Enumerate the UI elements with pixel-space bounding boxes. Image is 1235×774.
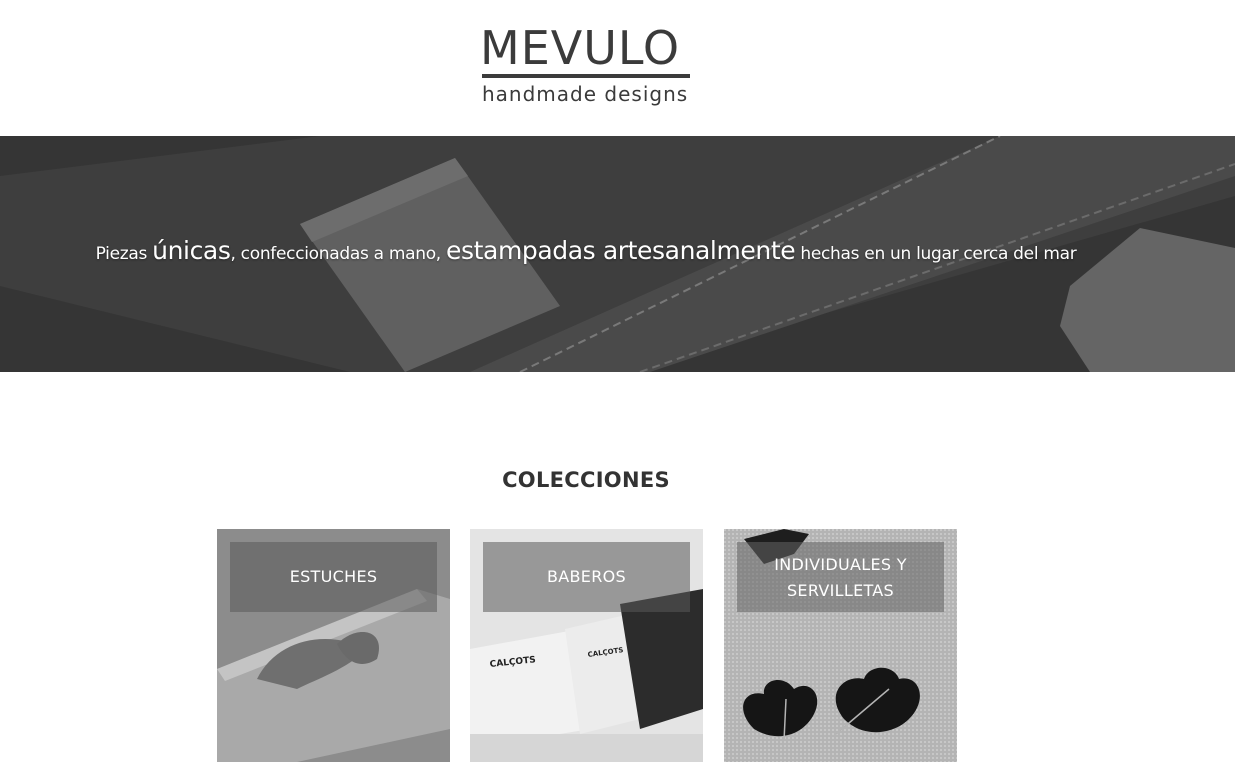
hero-banner: Piezas únicas, confeccionadas a mano, es… — [0, 136, 1235, 372]
site-logo[interactable]: MEVULO handmade designs — [480, 22, 695, 112]
hero-text-part: , confeccionadas a mano, — [230, 244, 447, 264]
hero-text-part: Piezas — [95, 244, 153, 264]
collections-heading: COLECCIONES — [502, 468, 670, 492]
logo-wordmark: MEVULO — [480, 21, 681, 75]
collection-card-label: INDIVIDUALES Y SERVILLETAS — [737, 542, 944, 612]
collection-card-baberos[interactable]: CALÇOTS CALÇOTS BABEROS — [470, 529, 703, 762]
logo-tagline: handmade designs — [482, 82, 689, 106]
collection-card-individuales[interactable]: INDIVIDUALES Y SERVILLETAS — [724, 529, 957, 762]
collection-card-label: ESTUCHES — [230, 542, 437, 612]
hero-text-emphasis: estampadas artesanalmente — [446, 236, 796, 265]
logo-rule — [482, 74, 690, 78]
site-header: MEVULO handmade designs — [0, 0, 1235, 136]
collection-card-label: BABEROS — [483, 542, 690, 612]
hero-text-emphasis: únicas — [152, 236, 231, 265]
collection-card-estuches[interactable]: ESTUCHES — [217, 529, 450, 762]
hero-tagline: Piezas únicas, confeccionadas a mano, es… — [0, 236, 1172, 265]
hero-text-part: hechas en un lugar cerca del mar — [795, 244, 1077, 264]
